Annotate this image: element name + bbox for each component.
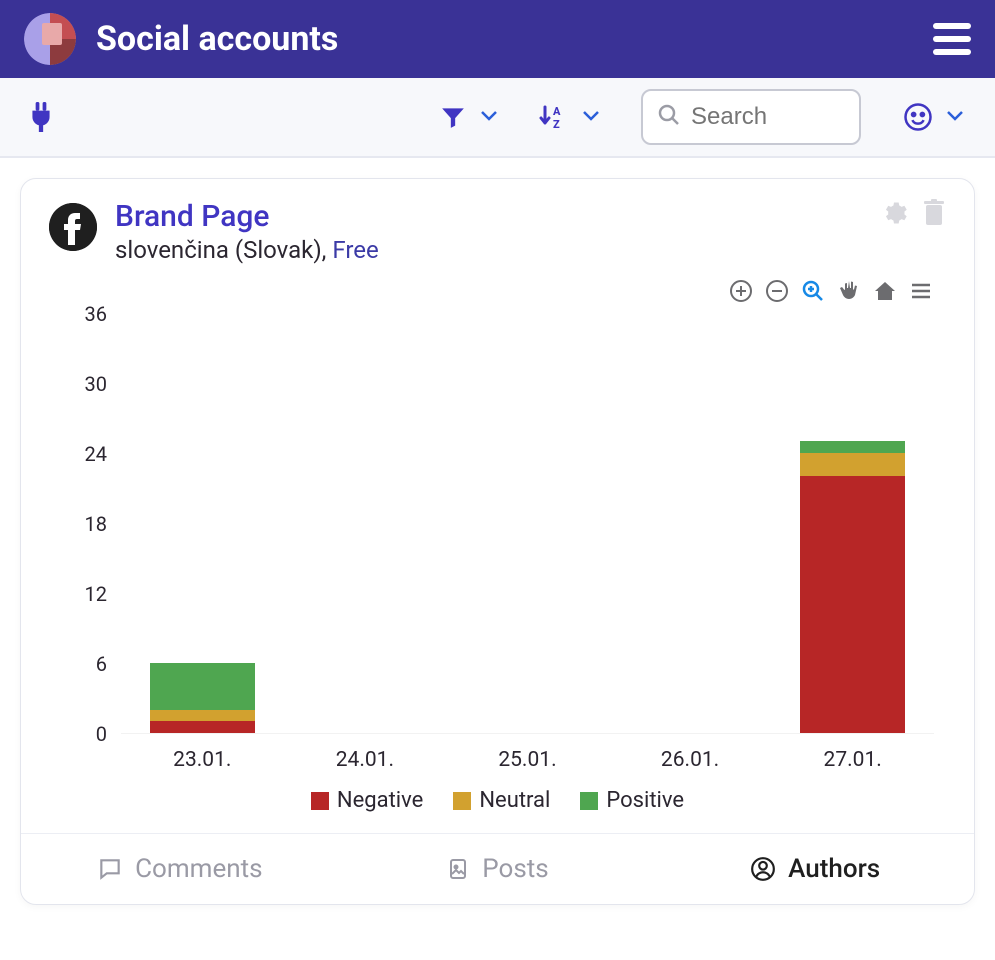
- account-card: Brand Page slovenčina (Slovak), Free: [20, 178, 975, 905]
- bar-segment-neutral[interactable]: [800, 453, 905, 476]
- home-icon[interactable]: [872, 278, 898, 304]
- bar-segment-negative[interactable]: [150, 721, 255, 733]
- plug-icon[interactable]: [28, 102, 54, 132]
- svg-text:A: A: [553, 105, 561, 118]
- y-tick: 18: [85, 512, 107, 536]
- zoom-out-icon[interactable]: [764, 278, 790, 304]
- legend-swatch: [453, 792, 471, 810]
- app-header: Social accounts: [0, 0, 995, 78]
- card-title-block: Brand Page slovenčina (Slovak), Free: [115, 199, 379, 264]
- pan-icon[interactable]: [836, 278, 862, 304]
- card-actions: [880, 199, 946, 231]
- tab-label: Authors: [788, 854, 880, 884]
- zoom-search-icon[interactable]: [800, 278, 826, 304]
- x-tick: 25.01.: [446, 734, 609, 772]
- bar[interactable]: [150, 663, 255, 733]
- account-title[interactable]: Brand Page: [115, 199, 379, 234]
- legend-item[interactable]: Positive: [580, 788, 684, 813]
- x-tick: 27.01.: [771, 734, 934, 772]
- y-tick: 0: [96, 722, 107, 746]
- gear-icon[interactable]: [880, 199, 908, 231]
- y-tick: 6: [96, 652, 107, 676]
- legend-swatch: [311, 792, 329, 810]
- account-plan[interactable]: Free: [332, 236, 378, 264]
- bar-slot: [121, 314, 284, 733]
- bar-segment-neutral[interactable]: [150, 710, 255, 722]
- bar-slot: [771, 314, 934, 733]
- toolbar: A Z: [0, 78, 995, 158]
- chart-container: 0 6 12 18 24 30 36 23.01.24.01.25.01.26.01.27.…: [21, 304, 974, 833]
- facebook-icon: [49, 203, 97, 251]
- emoji-icon: [903, 102, 933, 132]
- bar-segment-positive[interactable]: [150, 663, 255, 710]
- menu-button[interactable]: [933, 23, 971, 55]
- chart-legend: Negative Neutral Positive: [61, 772, 934, 823]
- chevron-down-icon: [579, 103, 603, 131]
- account-subtitle: slovenčina (Slovak), Free: [115, 236, 379, 264]
- y-tick: 30: [85, 372, 107, 396]
- menu-lines-icon[interactable]: [908, 278, 934, 304]
- trash-icon[interactable]: [922, 199, 946, 231]
- legend-item[interactable]: Negative: [311, 788, 423, 813]
- card-tabs: Comments Posts Authors: [21, 833, 974, 904]
- bar-segment-negative[interactable]: [800, 476, 905, 733]
- x-tick: 26.01.: [609, 734, 772, 772]
- card-header: Brand Page slovenčina (Slovak), Free: [21, 179, 974, 272]
- y-axis: 061218243036: [61, 314, 121, 734]
- account-language: slovenčina (Slovak),: [115, 236, 332, 264]
- zoom-in-icon[interactable]: [728, 278, 754, 304]
- chart-toolbar: [21, 272, 974, 304]
- bar-slot: [284, 314, 447, 733]
- header-left: Social accounts: [24, 13, 338, 65]
- plot-area[interactable]: [121, 314, 934, 734]
- bar-slot: [446, 314, 609, 733]
- legend-item[interactable]: Neutral: [453, 788, 550, 813]
- tab-label: Comments: [135, 854, 262, 884]
- tab-label: Posts: [482, 854, 548, 884]
- search-input[interactable]: [691, 103, 845, 131]
- search-icon: [657, 103, 681, 131]
- filter-dropdown[interactable]: [439, 103, 501, 131]
- tab-comments[interactable]: Comments: [21, 834, 339, 904]
- x-axis: 23.01.24.01.25.01.26.01.27.01.: [61, 734, 934, 772]
- legend-label: Neutral: [479, 788, 550, 813]
- x-tick: 24.01.: [284, 734, 447, 772]
- search-box[interactable]: [641, 89, 861, 145]
- legend-label: Positive: [606, 788, 684, 813]
- page-title: Social accounts: [96, 19, 338, 59]
- sort-az-icon: A Z: [539, 103, 569, 131]
- sort-dropdown[interactable]: A Z: [539, 103, 603, 131]
- tab-authors[interactable]: Authors: [656, 834, 974, 904]
- legend-label: Negative: [337, 788, 423, 813]
- y-tick: 24: [85, 442, 107, 466]
- y-tick: 12: [85, 582, 107, 606]
- chevron-down-icon: [477, 103, 501, 131]
- x-tick: 23.01.: [121, 734, 284, 772]
- bar-segment-positive[interactable]: [800, 441, 905, 453]
- legend-swatch: [580, 792, 598, 810]
- emoji-dropdown[interactable]: [903, 102, 967, 132]
- bar-slot: [609, 314, 772, 733]
- bar[interactable]: [800, 441, 905, 733]
- y-tick: 36: [85, 302, 107, 326]
- chevron-down-icon: [943, 103, 967, 131]
- tab-posts[interactable]: Posts: [339, 834, 657, 904]
- stacked-bar-chart: 061218243036: [61, 314, 934, 734]
- filter-icon: [439, 104, 467, 130]
- app-logo: [24, 13, 76, 65]
- svg-text:Z: Z: [553, 118, 560, 131]
